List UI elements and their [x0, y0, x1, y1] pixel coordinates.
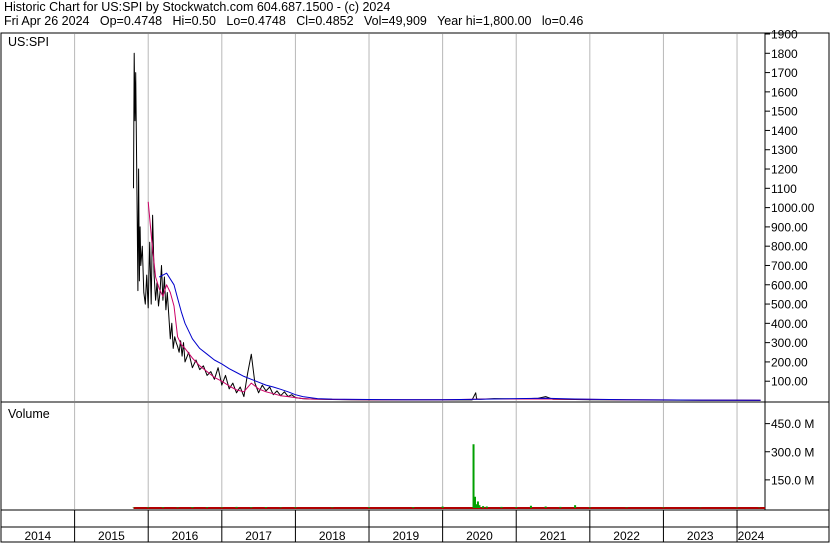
year-label: 2018: [319, 529, 346, 543]
price-tick-label: 1400: [771, 124, 798, 138]
year-label: 2023: [687, 529, 714, 543]
price-tick-label: 1700: [771, 66, 798, 80]
volume-tick-label: 150.0 M: [771, 473, 814, 487]
price-tick-label: 300.00: [771, 336, 808, 350]
year-label: 2022: [613, 529, 640, 543]
price-tick-label: 1000.00: [771, 201, 815, 215]
year-label: 2017: [245, 529, 272, 543]
volume-grid: [74, 403, 738, 509]
volume-axis: 450.0 M 300.0 M 150.0 M: [765, 417, 814, 487]
price-panel-title: US:SPI: [8, 35, 49, 49]
price-tick-label: 800.00: [771, 240, 808, 254]
volume-bars: [132, 444, 765, 509]
price-line: [133, 52, 761, 401]
price-tick-label: 100.00: [771, 375, 808, 389]
year-label: 2016: [172, 529, 199, 543]
year-label: 2021: [540, 529, 567, 543]
year-label: 2019: [392, 529, 419, 543]
volume-panel-title: Volume: [8, 407, 50, 421]
year-label: 2015: [98, 529, 125, 543]
volume-tick-label: 300.0 M: [771, 445, 814, 459]
price-tick-label: 200.00: [771, 355, 808, 369]
volume-panel-frame: [0, 401, 830, 511]
price-tick-label: 700.00: [771, 259, 808, 273]
price-tick-label: 1200: [771, 163, 798, 177]
price-axis: 1900 1800 1700 1600 1500 1400 1300 1200 1100 1000…: [765, 28, 815, 389]
year-label: 2014: [24, 529, 51, 543]
price-tick-label: 900.00: [771, 220, 808, 234]
price-tick-label: 500.00: [771, 298, 808, 312]
long-ma-line: [158, 272, 761, 401]
short-ma-line: [147, 201, 761, 401]
price-tick-label: 1600: [771, 85, 798, 99]
year-label: 2024: [738, 529, 765, 543]
volume-tick-label: 450.0 M: [771, 417, 814, 431]
price-tick-label: 1800: [771, 47, 798, 61]
price-tick-label: 400.00: [771, 317, 808, 331]
price-tick-label: 1100: [771, 182, 797, 196]
price-tick-label: 600.00: [771, 278, 808, 292]
price-tick-label: 1300: [771, 143, 798, 157]
price-tick-label: 1500: [771, 105, 798, 119]
price-tick-label: 1900: [771, 28, 798, 42]
stock-chart: US:SPI Volume 1900 1800 1700 1600 1500 1400 13…: [0, 28, 830, 543]
price-series: [133, 52, 761, 401]
price-panel-frame: [0, 32, 830, 403]
year-label: 2020: [466, 529, 493, 543]
